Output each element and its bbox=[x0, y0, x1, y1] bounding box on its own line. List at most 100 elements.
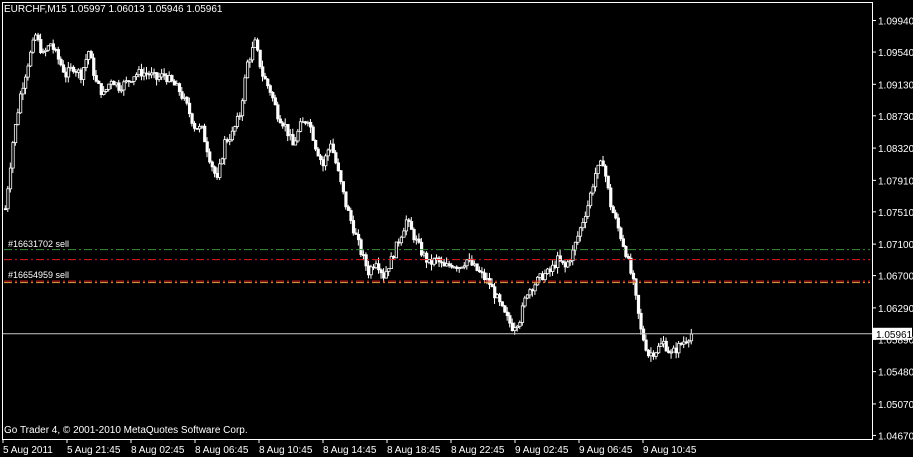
time-tick-label: 8 Aug 18:45 bbox=[387, 445, 441, 456]
candle-body bbox=[243, 77, 247, 102]
price-chart[interactable]: 1.09940 1.09540 1.09130 1.08730 1.08320 1.079… bbox=[0, 0, 913, 457]
candle-body bbox=[39, 39, 43, 53]
candle-body bbox=[87, 51, 91, 60]
candle-body bbox=[326, 149, 330, 157]
candle-body bbox=[596, 164, 600, 174]
candle-body bbox=[672, 347, 676, 353]
candle-body bbox=[369, 266, 373, 276]
candle-body bbox=[66, 67, 71, 78]
order-label-16631702[interactable]: #16631702 sell bbox=[8, 239, 69, 249]
candle-body bbox=[319, 155, 323, 161]
candle-body bbox=[407, 219, 411, 222]
candle-body bbox=[44, 49, 48, 52]
candle-body bbox=[346, 206, 351, 211]
candle-body bbox=[64, 71, 68, 78]
time-tick-label: 9 Aug 02:45 bbox=[515, 445, 569, 456]
candle-body bbox=[152, 72, 156, 74]
time-tick-label: 8 Aug 10:45 bbox=[259, 445, 313, 456]
candle-body bbox=[616, 217, 620, 229]
order-label-16654959[interactable]: #16654959 sell bbox=[8, 270, 69, 280]
candle-body bbox=[528, 289, 532, 296]
candle-body bbox=[659, 343, 663, 347]
candle-body bbox=[248, 59, 252, 63]
candle-body bbox=[631, 272, 636, 280]
chart-window[interactable]: 1.09940 1.09540 1.09130 1.08730 1.08320 1.079… bbox=[0, 0, 913, 457]
candle-body bbox=[588, 192, 593, 207]
candle-body bbox=[283, 124, 288, 127]
candle-body bbox=[412, 229, 416, 241]
candle-body bbox=[478, 270, 482, 273]
candle-body bbox=[306, 121, 310, 124]
candle-body bbox=[218, 163, 222, 178]
candle-body bbox=[187, 102, 192, 115]
candle-body bbox=[84, 59, 88, 68]
price-tick-label: 1.05070 bbox=[878, 400, 913, 411]
candle-body bbox=[185, 96, 189, 104]
candle-body bbox=[541, 273, 545, 281]
candle-body bbox=[21, 87, 25, 95]
candle-body bbox=[273, 97, 277, 106]
candle-body bbox=[682, 341, 686, 345]
candle-body bbox=[200, 125, 204, 128]
candle-body bbox=[240, 100, 245, 117]
candle-body bbox=[606, 175, 610, 189]
price-tick-label: 1.09130 bbox=[878, 80, 913, 91]
candle-body bbox=[510, 322, 514, 332]
candle-body bbox=[364, 254, 368, 267]
price-tick-label: 1.09540 bbox=[878, 48, 913, 59]
candle-body bbox=[288, 134, 293, 137]
candle-body bbox=[147, 73, 151, 76]
candle-body bbox=[462, 265, 467, 268]
candle-body bbox=[457, 267, 462, 270]
price-tick-label: 1.06700 bbox=[878, 272, 913, 283]
candle-body bbox=[167, 75, 171, 83]
candle-body bbox=[377, 263, 381, 271]
candle-body bbox=[687, 340, 691, 343]
candle-body bbox=[331, 143, 335, 154]
candle-body bbox=[59, 58, 63, 66]
candle-body bbox=[384, 270, 388, 279]
candle-body bbox=[389, 255, 393, 269]
candle-body bbox=[455, 266, 459, 269]
candle-body bbox=[298, 121, 303, 132]
candle-body bbox=[354, 232, 358, 235]
candle-body bbox=[324, 155, 328, 167]
candle-body bbox=[626, 256, 631, 259]
candle-body bbox=[485, 278, 489, 281]
candle-body bbox=[193, 122, 197, 129]
candle-body bbox=[180, 91, 184, 99]
candle-body bbox=[450, 265, 454, 268]
candle-body bbox=[82, 67, 86, 80]
candle-body bbox=[515, 325, 520, 329]
candle-body bbox=[162, 73, 166, 76]
candle-body bbox=[205, 141, 209, 153]
candle-body bbox=[609, 187, 613, 208]
candle-body bbox=[402, 230, 406, 238]
candle-body bbox=[49, 43, 53, 47]
candle-body bbox=[356, 233, 361, 241]
candle-body bbox=[198, 125, 202, 130]
price-tick-label: 1.07910 bbox=[878, 176, 913, 187]
candle-body bbox=[404, 219, 409, 232]
candle-body bbox=[137, 69, 141, 76]
candle-body bbox=[523, 297, 527, 307]
candle-body bbox=[228, 139, 232, 142]
candle-body bbox=[230, 130, 235, 141]
price-tick-label: 1.07510 bbox=[878, 208, 913, 219]
candle-body bbox=[508, 315, 512, 324]
candle-body bbox=[26, 65, 30, 78]
candle-body bbox=[604, 165, 608, 177]
candle-body bbox=[266, 78, 270, 87]
candle-body bbox=[664, 340, 668, 352]
candle-body bbox=[525, 294, 530, 299]
candle-body bbox=[621, 238, 625, 247]
candle-body bbox=[420, 241, 424, 256]
candle-body bbox=[417, 238, 421, 243]
candle-body bbox=[329, 143, 333, 151]
candle-body bbox=[382, 272, 386, 279]
candle-body bbox=[546, 268, 550, 274]
candle-body bbox=[316, 148, 320, 157]
candle-body bbox=[119, 89, 124, 92]
candle-body bbox=[677, 343, 681, 354]
candle-body bbox=[155, 72, 159, 80]
